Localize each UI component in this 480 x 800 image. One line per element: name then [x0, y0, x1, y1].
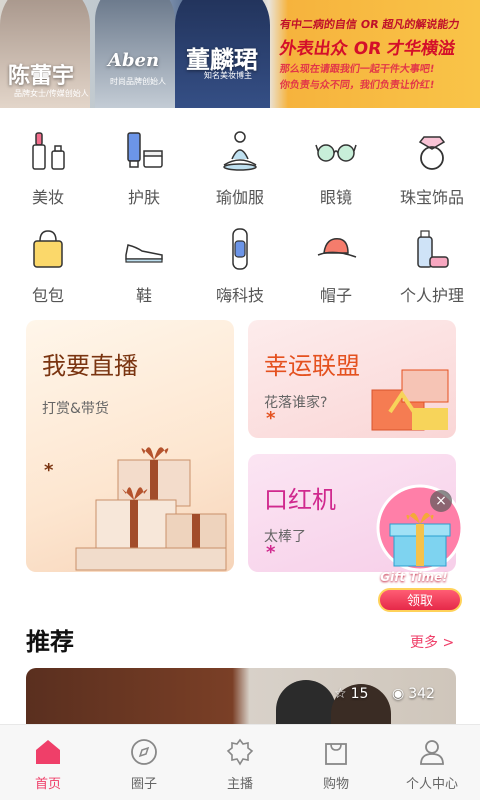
- category-label: 美妆: [31, 188, 64, 207]
- category-label: 帽子: [319, 286, 352, 305]
- nav-shopping[interactable]: 购物: [288, 725, 384, 800]
- gift-boxes-illustration: [75, 447, 227, 571]
- live-stream-desc: 打赏&带货: [42, 401, 109, 417]
- lipstick-machine-title: 口红机: [264, 486, 336, 514]
- category-jewelry[interactable]: 珠宝饰品: [384, 118, 480, 214]
- yoga-icon: [217, 128, 263, 174]
- live-stream-star: *: [44, 460, 54, 481]
- lucky-league-card[interactable]: 幸运联盟 花落谁家? *: [248, 320, 456, 438]
- category-label: 鞋: [135, 286, 152, 305]
- compass-icon: [129, 737, 159, 767]
- category-hats[interactable]: 帽子: [288, 216, 384, 312]
- gift-claim-button[interactable]: 领取: [378, 588, 462, 612]
- live-stream-title: 我要直播: [42, 352, 138, 380]
- recommend-more-link[interactable]: 更多 >: [410, 632, 454, 652]
- recommend-views-count: 342: [408, 686, 435, 702]
- recommend-stars-count: 15: [350, 686, 369, 702]
- bag-icon: [25, 226, 71, 272]
- category-skincare[interactable]: 护肤: [96, 118, 192, 214]
- banner-sub-1: 品牌女士/传媒创始人: [14, 89, 89, 98]
- star-icon: ☆: [334, 686, 347, 702]
- user-icon: [417, 737, 447, 767]
- banner-sub-2: 时尚品牌创始人: [110, 77, 166, 86]
- ring-icon: [409, 128, 455, 174]
- category-personal-care[interactable]: 个人护理: [384, 216, 480, 312]
- category-label: 个人护理: [399, 286, 464, 305]
- nav-circle[interactable]: 圈子: [96, 725, 192, 800]
- nav-anchor[interactable]: 主播: [192, 725, 288, 800]
- smart-band-icon: [217, 226, 263, 272]
- category-shoes[interactable]: 鞋: [96, 216, 192, 312]
- lucky-league-star: *: [266, 408, 276, 429]
- recommend-card-image-right: [276, 680, 336, 728]
- bottom-nav: 首页 圈子 主播 购物 个人中心: [0, 724, 480, 800]
- live-stream-card[interactable]: 我要直播 打赏&带货 *: [26, 320, 234, 572]
- recommend-title: 推荐: [26, 628, 74, 656]
- lucky-league-title: 幸运联盟: [264, 352, 360, 380]
- recommend-stars: ☆ 15: [334, 686, 368, 702]
- banner-name-1: 陈蕾宇: [8, 63, 75, 89]
- lipstick-machine-star: *: [266, 542, 276, 563]
- category-bags[interactable]: 包包: [0, 216, 96, 312]
- nav-profile[interactable]: 个人中心: [384, 725, 480, 800]
- category-label: 嗨科技: [215, 286, 264, 305]
- top-banner[interactable]: 陈蕾宇 品牌女士/传媒创始人 Aben 时尚品牌创始人 董麟珺 知名美妆博主 有…: [0, 0, 480, 108]
- category-cosmetics[interactable]: 美妆: [0, 118, 96, 214]
- shoe-icon: [121, 226, 167, 272]
- banner-slogan-1: 有中二病的自信 OR 超凡的解说能力: [279, 18, 461, 31]
- shopping-bag-icon: [321, 737, 351, 767]
- lucky-gift-illustration: [371, 369, 449, 431]
- nav-home[interactable]: 首页: [0, 725, 96, 800]
- banner-sub-3: 知名美妆博主: [204, 71, 252, 80]
- nav-label: 主播: [226, 777, 253, 792]
- category-yoga[interactable]: 瑜伽服: [192, 118, 288, 214]
- category-label: 护肤: [127, 188, 160, 207]
- category-glasses[interactable]: 眼镜: [288, 118, 384, 214]
- eye-icon: ◉: [392, 686, 405, 702]
- recommend-views: ◉ 342: [392, 686, 435, 702]
- category-label: 珠宝饰品: [399, 188, 464, 207]
- nav-label: 购物: [322, 777, 349, 792]
- cosmetics-icon: [25, 128, 71, 174]
- gift-time-label: Gift Time!: [380, 570, 448, 584]
- home-icon: [33, 737, 63, 767]
- banner-slogan-2: 外表出众 OR 才华横溢: [278, 39, 457, 59]
- nav-label: 个人中心: [405, 777, 458, 792]
- category-label: 瑜伽服: [215, 188, 264, 207]
- banner-name-2: Aben: [108, 50, 160, 71]
- skincare-icon: [121, 128, 167, 174]
- category-label: 眼镜: [319, 188, 352, 207]
- category-tech[interactable]: 嗨科技: [192, 216, 288, 312]
- hat-icon: [313, 226, 359, 272]
- banner-slogan-4: 你负责与众不同，我们负责让价红!: [278, 80, 436, 91]
- nav-label: 圈子: [130, 777, 157, 792]
- gift-close-button[interactable]: ×: [430, 490, 452, 512]
- personal-care-icon: [409, 226, 455, 272]
- glasses-icon: [313, 128, 359, 174]
- category-label: 包包: [31, 286, 64, 305]
- banner-slogan-3: 那么现在请跟我们一起干件大事吧!: [278, 64, 436, 75]
- nav-label: 首页: [34, 777, 61, 792]
- anchor-badge-icon: [225, 737, 255, 767]
